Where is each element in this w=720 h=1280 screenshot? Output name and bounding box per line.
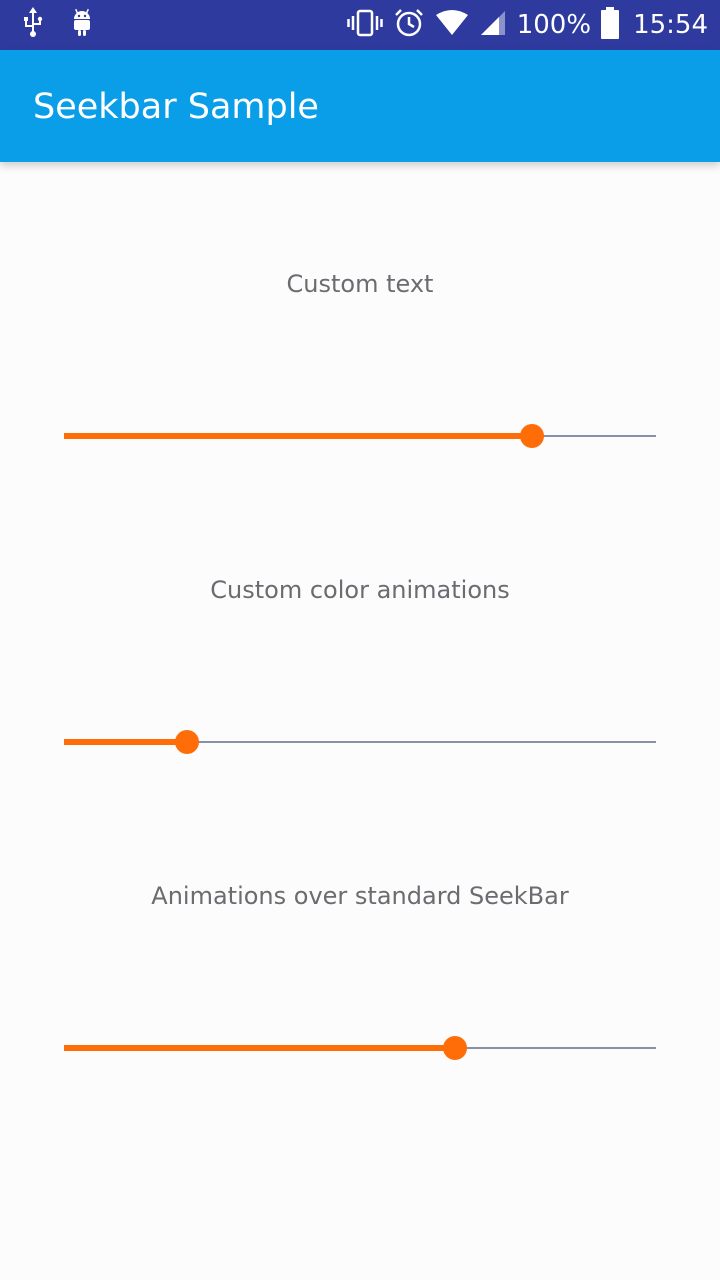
seekbar-progress — [64, 1045, 455, 1051]
seekbar-section-custom-text: Custom text — [0, 0, 720, 306]
seekbar-label: Custom color animations — [210, 576, 510, 604]
seekbar-thumb[interactable] — [442, 1036, 467, 1060]
seekbar-section-color-animations: Custom color animations — [0, 306, 720, 612]
seekbar-standard-animations[interactable] — [64, 1028, 656, 1068]
seekbar-label: Animations over standard SeekBar — [151, 882, 569, 910]
seekbar-label: Custom text — [286, 270, 434, 298]
seekbar-section-standard: Animations over standard SeekBar — [0, 612, 720, 918]
